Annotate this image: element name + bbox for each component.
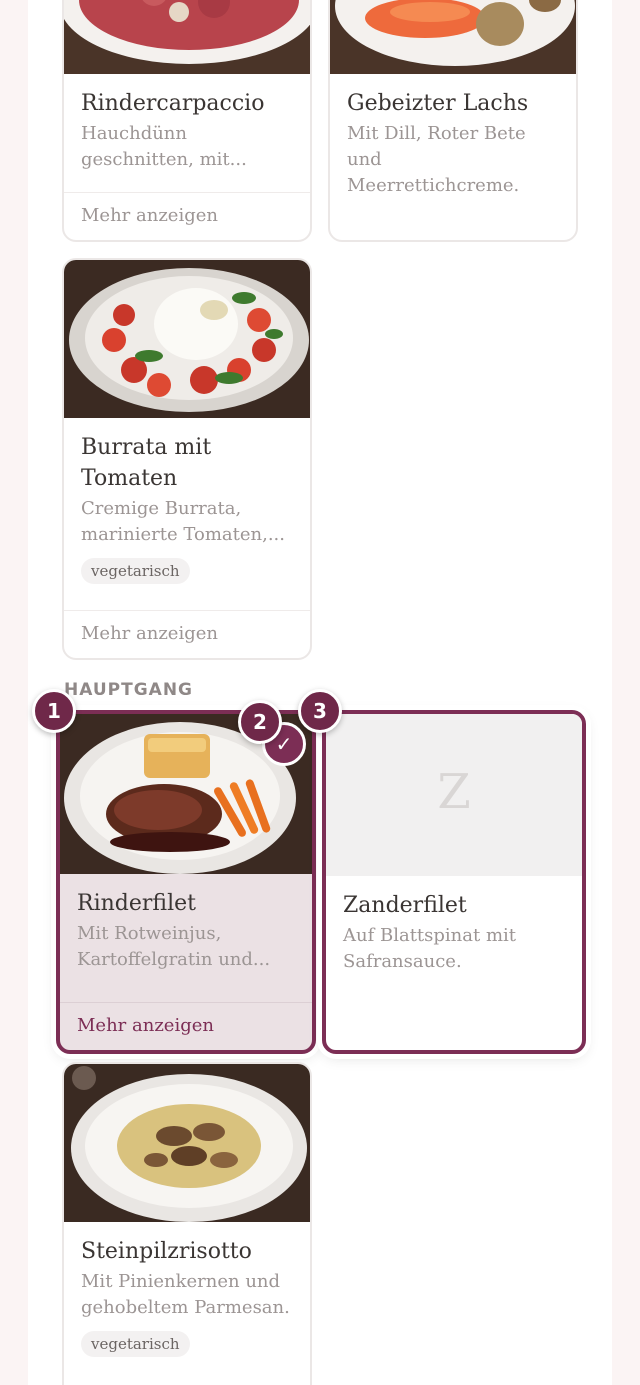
dish-title: Gebeizter Lachs	[347, 91, 529, 116]
dish-image-gebeizter-lachs	[330, 0, 576, 74]
dish-description: Hauchdünn geschnitten, mit...	[81, 123, 247, 170]
dish-card-burrata[interactable]: Burrata mit Tomaten Cremige Burrata, mar…	[62, 258, 312, 660]
step-badge-3: 3	[298, 689, 342, 733]
dish-image-steinpilzrisotto	[64, 1064, 310, 1222]
dish-image-burrata	[64, 260, 310, 418]
dish-title: Rindercarpaccio	[81, 91, 265, 116]
vegetarian-tag: vegetarisch	[81, 558, 190, 584]
dish-description: Mit Pinienkernen und gehobeltem Parmesan…	[81, 1271, 290, 1318]
dish-image-placeholder: Z	[326, 714, 582, 876]
dish-description: Mit Rotweinjus, Kartoffelgratin und...	[77, 923, 271, 970]
dish-title: Steinpilzrisotto	[81, 1239, 252, 1264]
dish-description: Cremige Burrata, marinierte Tomaten,...	[81, 498, 285, 545]
dish-image-rindercarpaccio	[64, 0, 310, 74]
show-more-link[interactable]: Mehr anzeigen	[64, 192, 310, 240]
section-label-hauptgang: HAUPTGANG	[64, 680, 194, 700]
step-badge-2: 2	[238, 700, 282, 744]
dish-card-gebeizter-lachs[interactable]: Gebeizter Lachs Mit Dill, Roter Bete und…	[328, 0, 578, 242]
dish-title: Rinderfilet	[77, 891, 196, 916]
dish-card-steinpilzrisotto[interactable]: Steinpilzrisotto Mit Pinienkernen und ge…	[62, 1062, 312, 1385]
dish-card-zanderfilet[interactable]: Z Zanderfilet Auf Blattspinat mit Safran…	[322, 710, 586, 1054]
dish-card-rinderfilet[interactable]: ✓ Rinderfilet Mit Rotweinjus, Kartoffelg…	[56, 710, 316, 1054]
show-more-link[interactable]: Mehr anzeigen	[60, 1002, 312, 1050]
vegetarian-tag: vegetarisch	[81, 1331, 190, 1357]
show-more-link[interactable]: Mehr anzeigen	[64, 610, 310, 658]
dish-description: Mit Dill, Roter Bete und Meerrettichcrem…	[347, 123, 526, 196]
step-badge-1: 1	[32, 689, 76, 733]
dish-title: Burrata mit Tomaten	[81, 435, 212, 491]
dish-description: Auf Blattspinat mit Safransauce.	[343, 925, 517, 972]
dish-title: Zanderfilet	[343, 893, 467, 918]
placeholder-letter: Z	[437, 764, 471, 820]
dish-card-rindercarpaccio[interactable]: Rindercarpaccio Hauchdünn geschnitten, m…	[62, 0, 312, 242]
